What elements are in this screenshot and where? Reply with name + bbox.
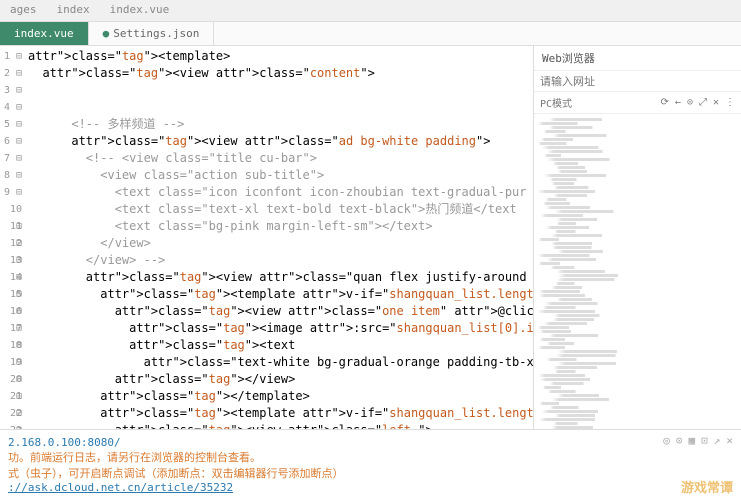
breadcrumb-tabs: ages index index.vue — [0, 0, 741, 22]
close-icon[interactable]: ✕ — [713, 97, 719, 108]
crumb[interactable]: index.vue — [100, 0, 180, 21]
tab-label: index.vue — [14, 27, 74, 40]
crumb[interactable]: ages — [0, 0, 47, 21]
watermark: 游戏常谭 — [681, 477, 733, 496]
url-bar — [534, 71, 741, 92]
tab-index-vue[interactable]: index.vue — [0, 22, 89, 45]
code-area[interactable]: attr">class="tag"><template> attr">class… — [28, 46, 533, 429]
minimap[interactable] — [534, 114, 741, 429]
console-icon[interactable]: ✕ — [726, 434, 733, 447]
console-icon[interactable]: ⊡ — [701, 434, 708, 447]
browser-toolbar: PC模式 ⟳ ← ⊙ ⤢ ✕ ⋮ — [534, 92, 741, 114]
editor-pane: 1 ⊟2 ⊟3 ⊟4 ⊟5 ⊟6 ⊟7 ⊟8 ⊟9 ⊟10 ⊟11 ⊟12 ⊟1… — [0, 46, 533, 429]
main-area: 1 ⊟2 ⊟3 ⊟4 ⊟5 ⊟6 ⊟7 ⊟8 ⊟9 ⊟10 ⊟11 ⊟12 ⊟1… — [0, 46, 741, 429]
url-input[interactable] — [540, 76, 735, 88]
back-icon[interactable]: ← — [675, 97, 681, 108]
console-link[interactable]: ://ask.dcloud.net.cn/article/35232 — [8, 481, 233, 494]
console-icon[interactable]: ↗ — [714, 434, 721, 447]
console-toolbar: ◎ ⊙ ▦ ⊡ ↗ ✕ — [663, 434, 733, 447]
target-icon[interactable]: ⊙ — [687, 97, 693, 108]
console-ip: 2.168.0.100:8080/ — [8, 436, 121, 449]
console-icon[interactable]: ▦ — [689, 434, 696, 447]
console-line: 式（虫子），可开启断点调试（添加断点：双击编辑器行号添加断点） — [8, 465, 733, 481]
console-line: 功。前端运行日志，请另行在浏览器的控制台查看。 — [8, 449, 733, 465]
web-browser-panel: Web浏览器 PC模式 ⟳ ← ⊙ ⤢ ✕ ⋮ — [533, 46, 741, 429]
console-icon[interactable]: ◎ — [663, 434, 670, 447]
mode-select[interactable]: PC模式 — [540, 95, 655, 110]
more-icon[interactable]: ⋮ — [725, 97, 735, 108]
expand-icon[interactable]: ⤢ — [699, 97, 707, 108]
line-gutter[interactable]: 1 ⊟2 ⊟3 ⊟4 ⊟5 ⊟6 ⊟7 ⊟8 ⊟9 ⊟10 ⊟11 ⊟12 ⊟1… — [0, 46, 28, 429]
file-tabs: index.vue ● Settings.json — [0, 22, 741, 46]
panel-title: Web浏览器 — [534, 46, 741, 71]
refresh-icon[interactable]: ⟳ — [661, 97, 669, 108]
console-panel: ◎ ⊙ ▦ ⊡ ↗ ✕ 2.168.0.100:8080/ 功。前端运行日志，请… — [0, 429, 741, 500]
tab-settings-json[interactable]: ● Settings.json — [89, 22, 215, 45]
dot-icon: ● — [103, 27, 110, 40]
crumb[interactable]: index — [47, 0, 100, 21]
tab-label: Settings.json — [113, 27, 199, 40]
console-icon[interactable]: ⊙ — [676, 434, 683, 447]
